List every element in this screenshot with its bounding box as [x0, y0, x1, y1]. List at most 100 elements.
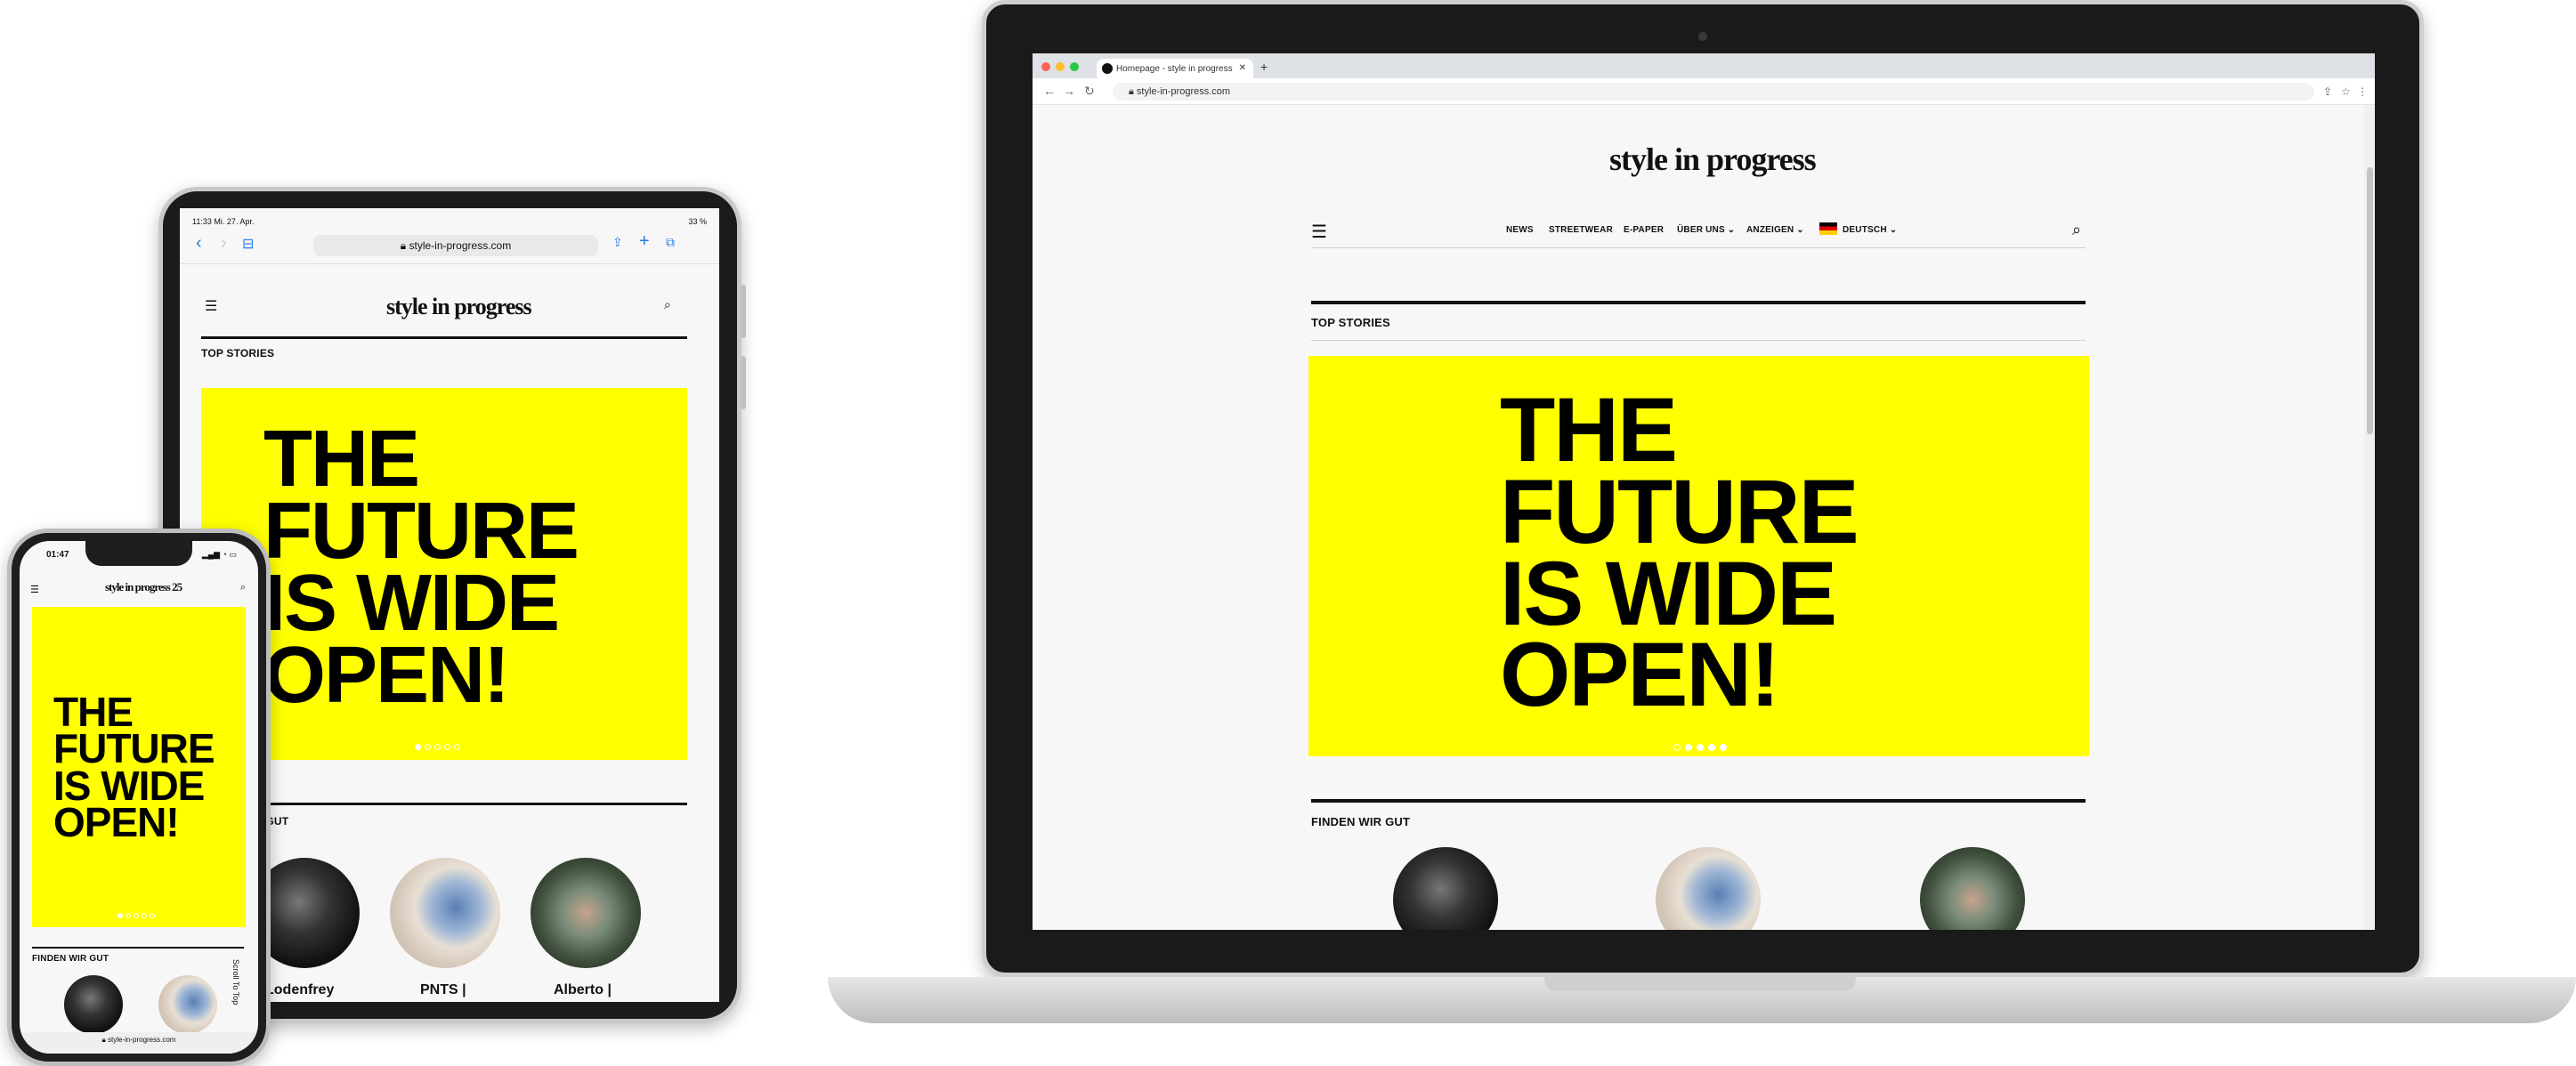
feature-caption[interactable]: Alberto | — [554, 982, 612, 998]
forward-icon[interactable]: → — [1063, 84, 1075, 98]
feature-avatar[interactable] — [64, 975, 123, 1034]
carousel-dot[interactable] — [150, 913, 155, 918]
feature-avatar[interactable] — [531, 858, 641, 968]
site-logo[interactable]: style in progress — [1609, 141, 1817, 178]
carousel-dot[interactable] — [434, 744, 441, 750]
section-rule — [1311, 799, 2086, 803]
feature-caption[interactable]: Lodenfrey — [265, 982, 334, 998]
laptop-screen: Homepage - style in progress ✕ + ← → ↻ 🔒… — [1033, 53, 2375, 930]
back-icon[interactable]: ← — [1043, 84, 1056, 98]
signal-battery-icon: ▂▄▆ ◔ ▭ — [201, 550, 237, 559]
hamburger-icon[interactable]: ☰ — [30, 584, 39, 595]
hero-line: IS WIDE — [1500, 542, 1837, 644]
nav-ueber-uns[interactable]: ÜBER UNS ⌄ — [1677, 225, 1735, 235]
minimize-window-icon[interactable] — [1056, 62, 1065, 71]
carousel-dot[interactable] — [425, 744, 431, 750]
bookmark-star-icon[interactable]: ☆ — [2341, 85, 2351, 98]
carousel-dot[interactable] — [444, 744, 450, 750]
feature-avatar[interactable] — [1920, 847, 2025, 930]
new-tab-icon[interactable]: + — [1260, 60, 1268, 74]
tablet-side-button — [741, 285, 746, 338]
address-bar[interactable]: 🔒︎ style-in-progress.com — [1113, 83, 2314, 101]
carousel-dot-active[interactable] — [117, 913, 123, 918]
search-icon[interactable]: ⌕ — [2072, 221, 2081, 239]
nav-news[interactable]: NEWS — [1506, 225, 1534, 235]
address-bar-url: style-in-progress.com — [108, 1036, 176, 1044]
close-window-icon[interactable] — [1041, 62, 1050, 71]
logo-suffix: 25 — [172, 580, 182, 594]
hero-line: FUTURE — [1500, 460, 1859, 562]
bookmarks-icon[interactable]: ⊟ — [242, 235, 254, 253]
share-icon[interactable]: ⇪ — [2323, 85, 2332, 98]
favicon-icon — [1102, 63, 1113, 74]
section-title-top-stories: TOP STORIES — [201, 347, 275, 359]
site-logo[interactable]: style in progress 25 — [105, 580, 182, 594]
section-divider — [1311, 340, 2086, 341]
laptop-camera — [1698, 32, 1707, 41]
carousel-dot[interactable] — [454, 744, 460, 750]
feature-avatar[interactable] — [1656, 847, 1761, 930]
feature-avatar[interactable] — [390, 858, 500, 968]
hero-line: OPEN! — [53, 799, 180, 846]
forward-icon[interactable]: › — [221, 233, 227, 254]
search-icon[interactable]: ⌕ — [240, 582, 246, 594]
scroll-to-top-link[interactable]: Scroll To Top — [231, 959, 240, 1005]
carousel-dot[interactable] — [134, 913, 139, 918]
nav-streetwear[interactable]: STREETWEAR — [1549, 225, 1613, 235]
hamburger-icon[interactable]: ☰ — [205, 297, 217, 315]
section-title-finden-wir-gut: FINDEN WIR GUT — [32, 954, 109, 964]
browser-tab-title: Homepage - style in progress — [1116, 64, 1233, 74]
feature-avatar[interactable] — [1393, 847, 1498, 930]
carousel-dot[interactable] — [1697, 744, 1704, 751]
toolbar-divider — [180, 263, 719, 264]
nav-language[interactable]: DEUTSCH ⌄ — [1843, 225, 1897, 235]
nav-divider — [1311, 247, 2086, 248]
browser-menu-icon[interactable]: ⋮ — [2357, 85, 2368, 98]
carousel-dot[interactable] — [1673, 744, 1681, 751]
carousel-dot-active[interactable] — [415, 744, 421, 750]
share-icon[interactable]: ⇪ — [612, 235, 623, 250]
phone-notch — [85, 541, 192, 566]
carousel-dot-active[interactable] — [1685, 744, 1692, 751]
address-bar-url: style-in-progress.com — [409, 239, 512, 252]
hero-banner[interactable]: THE FUTURE IS WIDE OPEN! — [32, 607, 246, 927]
feature-avatar[interactable] — [158, 975, 217, 1034]
carousel-dot[interactable] — [1708, 744, 1715, 751]
status-time: 01:47 — [46, 550, 69, 560]
hero-headline: THE FUTURE IS WIDE OPEN! — [53, 691, 215, 846]
tablet-side-button — [741, 356, 746, 409]
back-icon[interactable]: ‹ — [196, 233, 202, 254]
address-bar[interactable]: 🔒︎ style-in-progress.com — [20, 1032, 258, 1054]
lock-icon: 🔒︎ — [400, 239, 409, 252]
reload-icon[interactable]: ↻ — [1084, 84, 1095, 99]
carousel-dots — [117, 913, 155, 918]
feature-caption[interactable]: PNTS | — [420, 982, 466, 998]
hero-banner[interactable]: THE FUTURE IS WIDE OPEN! — [1308, 356, 2089, 756]
section-rule — [1311, 301, 2086, 304]
browser-tab[interactable]: Homepage - style in progress ✕ — [1097, 59, 1253, 78]
address-bar[interactable]: 🔒︎ style-in-progress.com — [313, 235, 598, 256]
maximize-window-icon[interactable] — [1070, 62, 1079, 71]
site-logo[interactable]: style in progress — [386, 294, 532, 320]
laptop-base-notch — [1544, 977, 1856, 991]
hamburger-icon[interactable]: ☰ — [1311, 221, 1327, 243]
scrollbar[interactable] — [2364, 105, 2375, 930]
carousel-dot[interactable] — [126, 913, 131, 918]
nav-anzeigen[interactable]: ANZEIGEN ⌄ — [1746, 225, 1804, 235]
close-tab-icon[interactable]: ✕ — [1239, 63, 1246, 73]
lock-icon: 🔒︎ — [1129, 86, 1137, 97]
section-title-top-stories: TOP STORIES — [1311, 316, 1390, 329]
carousel-dots — [415, 744, 460, 750]
new-tab-icon[interactable]: + — [639, 231, 650, 252]
hero-headline: THE FUTURE IS WIDE OPEN! — [263, 415, 579, 715]
address-bar-url: style-in-progress.com — [1136, 86, 1231, 97]
carousel-dot[interactable] — [1720, 744, 1727, 751]
carousel-dot[interactable] — [142, 913, 147, 918]
battery-status: 33 % — [688, 217, 707, 226]
nav-epaper[interactable]: E-PAPER — [1624, 225, 1664, 235]
scrollbar-thumb[interactable] — [2367, 167, 2373, 434]
tabs-icon[interactable]: ⧉ — [666, 235, 675, 250]
hero-line: THE — [263, 415, 420, 504]
search-icon[interactable]: ⌕ — [664, 297, 671, 312]
hero-banner[interactable]: THE FUTURE IS WIDE OPEN! — [201, 388, 687, 760]
